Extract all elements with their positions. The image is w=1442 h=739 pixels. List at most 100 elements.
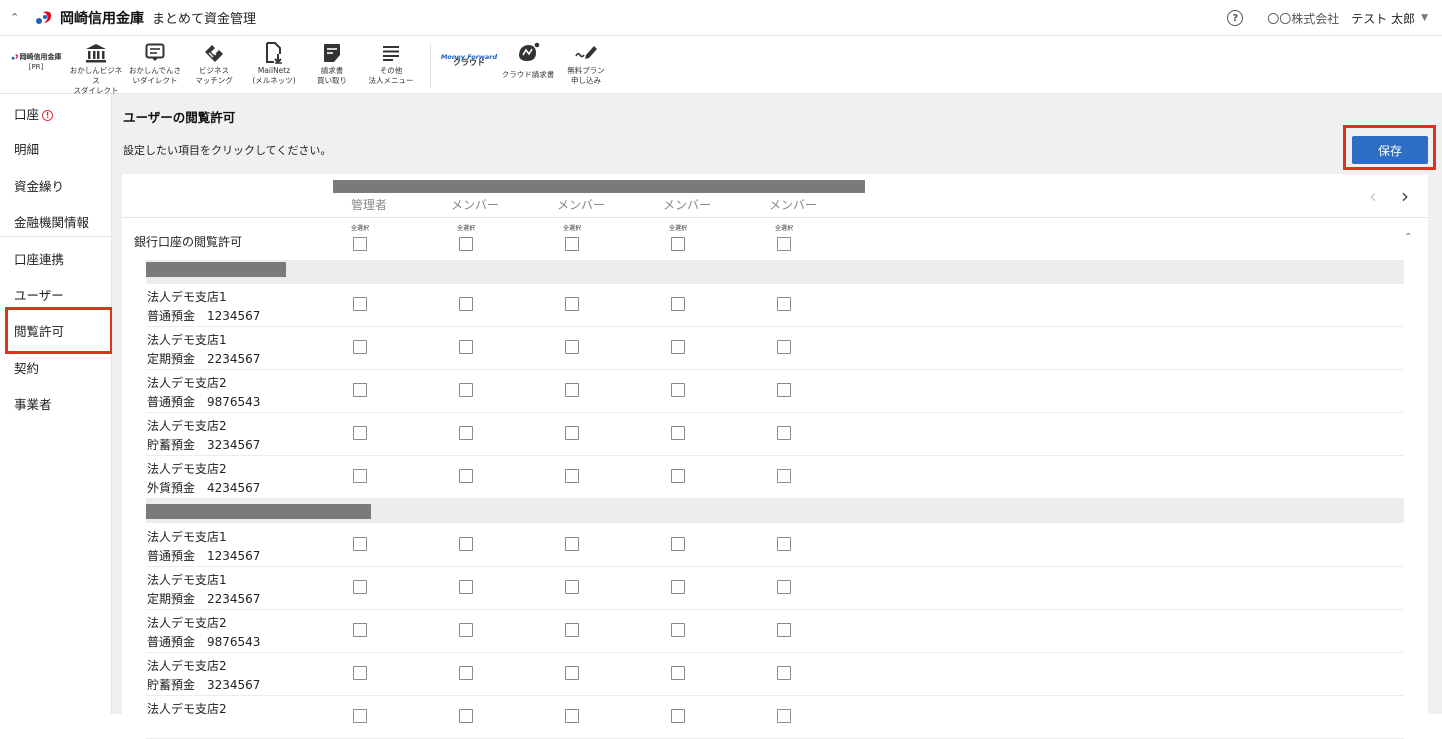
permission-checkbox[interactable] (353, 666, 367, 680)
permission-checkbox[interactable] (565, 426, 579, 440)
column-header-admin: 管理者 (350, 198, 387, 212)
permission-checkbox[interactable] (777, 297, 791, 311)
permission-checkbox[interactable] (671, 709, 685, 723)
sidebar-item-users[interactable]: ユーザー (14, 285, 64, 304)
permission-checkbox[interactable] (777, 426, 791, 440)
toolbar-item-free-plan[interactable]: 無料プラン 申し込み (557, 40, 615, 86)
permission-checkbox[interactable] (353, 297, 367, 311)
toolbar-item-densai-direct[interactable]: おかしんでんさ いダイレクト (126, 40, 184, 86)
permission-checkbox[interactable] (353, 469, 367, 483)
pr-banner[interactable]: 岡崎信用金庫 [PR] (8, 52, 64, 72)
permission-checkbox[interactable] (459, 623, 473, 637)
toolbar-item-cloud-invoice[interactable]: クラウド請求書 (499, 40, 557, 80)
permission-checkbox[interactable] (671, 580, 685, 594)
toolbar-item-business-direct[interactable]: おかしんビジネス スダイレクト (67, 40, 125, 96)
document-download-icon (266, 42, 282, 64)
toolbar-item-business-matching[interactable]: ビジネス マッチング (185, 40, 243, 86)
permission-checkbox[interactable] (777, 469, 791, 483)
sidebar-item-contract[interactable]: 契約 (14, 358, 39, 377)
select-all-checkbox[interactable] (459, 237, 473, 251)
chevron-up-icon[interactable]: ⌃ (1404, 232, 1412, 243)
permission-checkbox[interactable] (459, 666, 473, 680)
select-all-checkbox[interactable] (777, 237, 791, 251)
user-area: ? 〇〇株式会社 テスト 太郎 ▼ (1227, 0, 1428, 36)
pr-tag: [PR] (28, 63, 44, 71)
select-all-checkbox[interactable] (565, 237, 579, 251)
permission-checkbox[interactable] (777, 623, 791, 637)
chevron-right-icon[interactable]: › (1401, 184, 1409, 208)
permission-checkbox[interactable] (671, 426, 685, 440)
select-all-label: 全選択 (562, 225, 581, 232)
chevron-down-icon[interactable]: ▼ (1421, 13, 1428, 23)
permission-checkbox[interactable] (777, 383, 791, 397)
permission-checkbox[interactable] (565, 709, 579, 723)
permission-checkbox[interactable] (565, 383, 579, 397)
table-row: 法人デモ支店2 普通預金 9876543 (146, 610, 1404, 653)
permission-checkbox[interactable] (459, 469, 473, 483)
collapse-header-icon[interactable]: ⌃ (10, 11, 24, 24)
permission-checkbox[interactable] (353, 580, 367, 594)
brand[interactable]: 岡崎信用金庫 まとめて資金管理 (34, 8, 256, 28)
permission-checkbox[interactable] (565, 340, 579, 354)
permission-checkbox[interactable] (459, 580, 473, 594)
permission-checkbox[interactable] (353, 340, 367, 354)
permission-checkbox[interactable] (353, 537, 367, 551)
toolbar-item-label: 請求書 買い取り (317, 66, 347, 85)
sidebar-item-accounts[interactable]: 口座! (14, 104, 54, 123)
permission-checkbox[interactable] (353, 383, 367, 397)
permission-checkbox[interactable] (459, 537, 473, 551)
service-toolbar: 岡崎信用金庫 [PR] おかしんビジネス スダイレクト おかしんでんさ いダイレ… (0, 36, 1442, 96)
sidebar-item-account-link[interactable]: 口座連携 (14, 249, 64, 268)
permission-checkbox[interactable] (353, 426, 367, 440)
toolbar-item-mailnetz[interactable]: MailNetz (メルネッツ) (245, 40, 303, 86)
permission-checkbox[interactable] (671, 469, 685, 483)
sidebar-item-institutions[interactable]: 金融機関情報 (14, 212, 89, 231)
chevron-left-icon[interactable]: ‹ (1369, 184, 1377, 208)
main-content: ユーザーの閲覧許可 設定したい項目をクリックしてください。 保存 管理者 メンバ… (112, 94, 1442, 739)
sidebar-item-label: ユーザー (14, 288, 64, 303)
help-icon[interactable]: ? (1227, 10, 1244, 26)
permission-table: 管理者 メンバー メンバー メンバー メンバー ‹ › 銀行口座の閲覧許可 全選… (122, 174, 1428, 739)
permission-checkbox[interactable] (353, 623, 367, 637)
permission-checkbox[interactable] (565, 469, 579, 483)
permission-checkbox[interactable] (671, 666, 685, 680)
permission-checkbox[interactable] (777, 340, 791, 354)
sidebar-item-cashflow[interactable]: 資金繰り (14, 176, 64, 195)
user-menu[interactable]: テスト 太郎 (1351, 10, 1415, 27)
permission-checkbox[interactable] (459, 709, 473, 723)
permission-checkbox[interactable] (671, 297, 685, 311)
permission-checkbox[interactable] (565, 666, 579, 680)
toolbar-item-other-menu[interactable]: その他 法人メニュー (362, 40, 420, 86)
cloud-invoice-icon (519, 42, 540, 61)
permission-checkbox[interactable] (671, 340, 685, 354)
highlight-box-save (1343, 125, 1436, 170)
permission-checkbox[interactable] (777, 709, 791, 723)
okashin-logo (34, 8, 56, 28)
permission-checkbox[interactable] (777, 580, 791, 594)
sidebar-item-statements[interactable]: 明細 (14, 139, 39, 158)
permission-checkbox[interactable] (671, 623, 685, 637)
permission-checkbox[interactable] (671, 383, 685, 397)
permission-checkbox[interactable] (777, 666, 791, 680)
column-header-member: メンバー (768, 198, 817, 212)
permission-checkbox[interactable] (459, 297, 473, 311)
permission-checkbox[interactable] (565, 537, 579, 551)
permission-checkbox[interactable] (459, 383, 473, 397)
branch-name: 法人デモ支店1 (147, 333, 227, 347)
toolbar-item-invoice-purchase[interactable]: 請求書 買い取り (303, 40, 361, 86)
permission-checkbox[interactable] (565, 580, 579, 594)
permission-checkbox[interactable] (459, 340, 473, 354)
permission-checkbox[interactable] (459, 426, 473, 440)
branch-name: 法人デモ支店2 (147, 462, 227, 476)
sidebar-item-business[interactable]: 事業者 (14, 394, 52, 413)
permission-checkbox[interactable] (565, 623, 579, 637)
permission-checkbox[interactable] (671, 537, 685, 551)
permission-checkbox[interactable] (565, 297, 579, 311)
toolbar-item-moneyforward-cloud[interactable]: Money Forward クラウド (440, 40, 498, 68)
permission-checkbox[interactable] (353, 709, 367, 723)
section-label: 銀行口座の閲覧許可 (134, 235, 243, 249)
sidebar-item-label: 金融機関情報 (14, 215, 90, 230)
permission-checkbox[interactable] (777, 537, 791, 551)
select-all-checkbox[interactable] (671, 237, 685, 251)
select-all-checkbox[interactable] (353, 237, 367, 251)
